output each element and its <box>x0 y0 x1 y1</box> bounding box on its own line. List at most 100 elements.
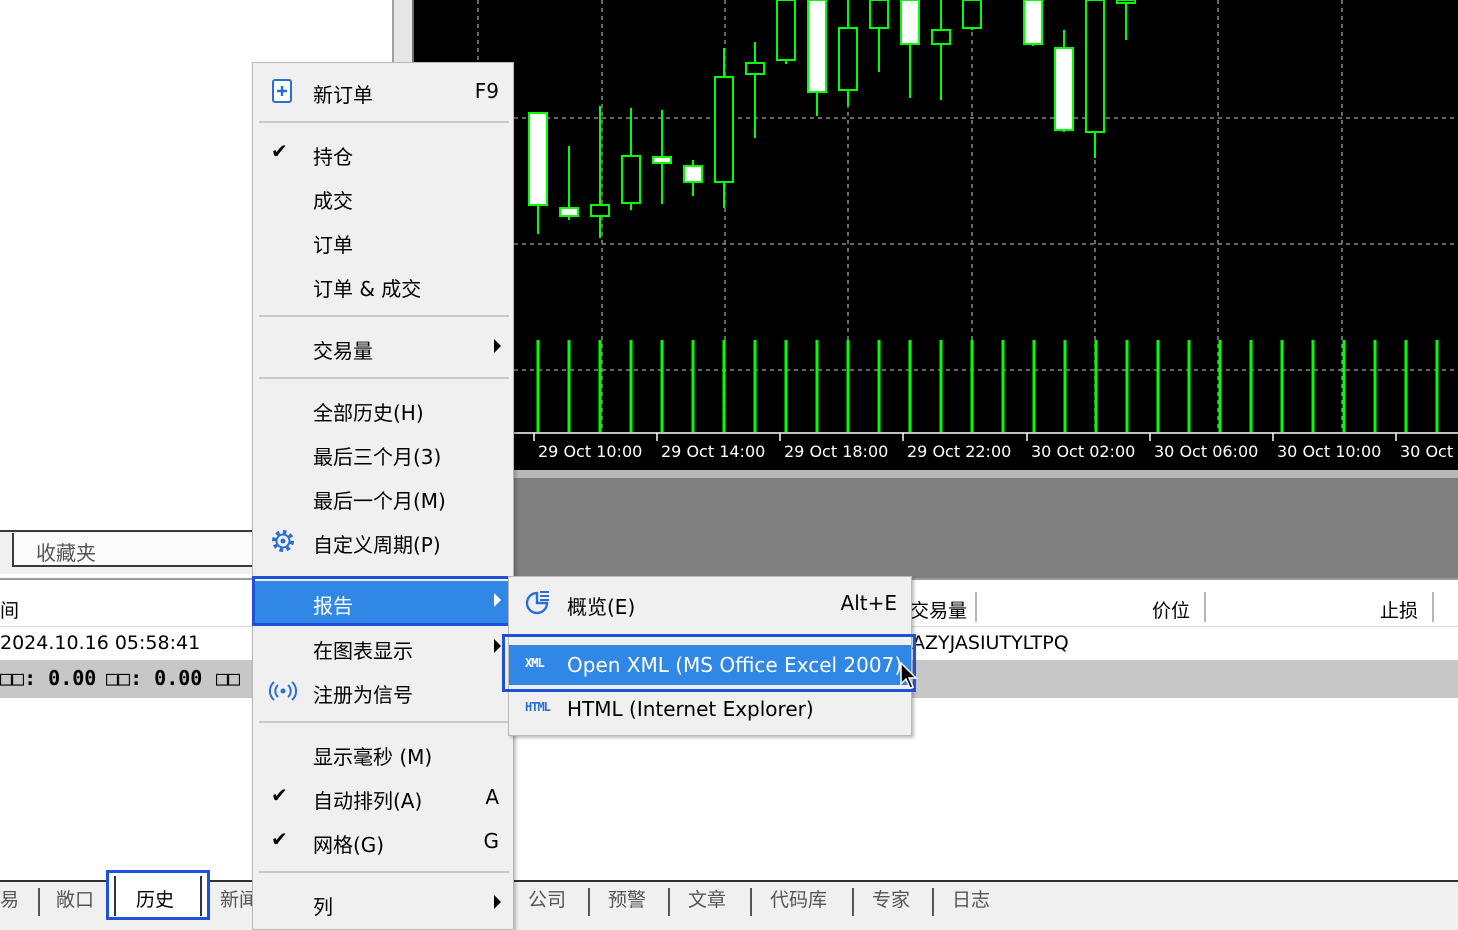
check-icon: ✔ <box>271 827 288 851</box>
menu-item-all-history[interactable]: 全部历史(H) <box>253 389 513 429</box>
submenu-item-overview[interactable]: 概览(E) Alt+E <box>509 583 911 623</box>
menu-item-positions[interactable]: ✔ 持仓 <box>253 133 513 173</box>
favorites-tab[interactable]: 收藏夹 <box>12 533 272 567</box>
tab-separator <box>38 888 40 916</box>
tab-company[interactable]: 公司 <box>528 885 566 912</box>
header-volume[interactable]: 交易量 <box>910 596 967 623</box>
tab-separator <box>668 888 670 916</box>
menu-item-last-3-months[interactable]: 最后三个月(3) <box>253 433 513 473</box>
tab-journal[interactable]: 日志 <box>952 885 990 912</box>
submenu-item-html[interactable]: HTML HTML (Internet Explorer) <box>509 689 911 729</box>
menu-label: 全部历史(H) <box>313 401 424 425</box>
candle-body <box>1054 47 1074 131</box>
time-axis-label: 30 Oct 02:00 <box>1031 442 1135 461</box>
menu-item-orders[interactable]: 订单 <box>253 221 513 261</box>
tab-code-base[interactable]: 代码库 <box>770 885 827 912</box>
menu-label: 新订单 <box>313 83 373 107</box>
menu-item-custom-period[interactable]: 自定义周期(P) <box>253 521 513 561</box>
chart-empty-area <box>414 470 1458 578</box>
menu-label: 在图表显示 <box>313 639 413 663</box>
tab-separator <box>852 888 854 916</box>
menu-label: 最后一个月(M) <box>313 489 446 513</box>
candle-body <box>590 204 610 217</box>
submenu-label: 概览(E) <box>567 595 636 619</box>
header-price[interactable]: 价位 <box>1152 596 1190 623</box>
menu-item-show-on-chart[interactable]: 在图表显示 <box>253 627 513 667</box>
candle-body <box>807 0 827 93</box>
menu-item-deals[interactable]: 成交 <box>253 177 513 217</box>
tab-alerts[interactable]: 预警 <box>608 885 646 912</box>
tab-separator <box>750 888 752 916</box>
tab-separator <box>588 888 590 916</box>
menu-label: 网格(G) <box>313 833 385 857</box>
menu-separator <box>259 871 509 873</box>
menu-item-orders-deals[interactable]: 订单 & 成交 <box>253 265 513 305</box>
menu-item-auto-arrange[interactable]: ✔ 自动排列(A) A <box>253 777 513 817</box>
check-icon: ✔ <box>271 783 288 807</box>
menu-item-register-signal[interactable]: 注册为信号 <box>253 671 513 711</box>
menu-label: 自动排列(A) <box>313 789 423 813</box>
summary-item: □□: 0.00 <box>106 666 203 690</box>
overview-report-icon <box>525 591 549 615</box>
submenu-arrow-icon <box>494 339 501 353</box>
candle-body <box>652 156 672 164</box>
menu-item-last-month[interactable]: 最后一个月(M) <box>253 477 513 517</box>
candle-body <box>559 207 579 217</box>
menu-shortcut: G <box>483 829 500 853</box>
candle-body <box>1085 0 1105 133</box>
header-separator[interactable] <box>1204 592 1206 622</box>
menu-label: 订单 <box>313 233 353 257</box>
row-comment[interactable]: AZYJASIUTYLTPQ <box>912 632 1069 654</box>
menu-label: 订单 & 成交 <box>313 277 422 301</box>
candle-body <box>714 76 734 183</box>
summary-item: □□ <box>216 666 241 690</box>
submenu-arrow-icon <box>494 895 501 909</box>
tab-separator <box>932 888 934 916</box>
menu-item-show-milliseconds[interactable]: 显示毫秒 (M) <box>253 733 513 773</box>
candle-body <box>1023 0 1043 45</box>
candle-body <box>621 155 641 204</box>
menu-label: 列 <box>313 895 333 919</box>
tab-experts[interactable]: 专家 <box>872 885 910 912</box>
row-time[interactable]: 2024.10.16 05:58:41 <box>0 632 200 654</box>
history-context-menu: 新订单 F9 ✔ 持仓 成交 订单 订单 & 成交 交易量 全部历史(H) 最后… <box>252 62 514 930</box>
terminal-tab-bar <box>0 880 1458 930</box>
submenu-label: HTML (Internet Explorer) <box>567 697 814 721</box>
price-chart[interactable]: 29 Oct 10:00 29 Oct 14:00 29 Oct 18:00 29 O… <box>414 0 1458 470</box>
tab-history-label[interactable]: 历史 <box>136 885 174 912</box>
time-axis-label: 30 Oct 10:00 <box>1277 442 1381 461</box>
tab-articles[interactable]: 文章 <box>688 885 726 912</box>
mouse-cursor-icon <box>900 662 918 689</box>
menu-item-columns[interactable]: 列 <box>253 883 513 923</box>
menu-label: 注册为信号 <box>313 683 413 707</box>
time-axis-label: 29 Oct 22:00 <box>907 442 1011 461</box>
candle-body <box>838 27 858 91</box>
time-axis-label: 29 Oct 14:00 <box>661 442 765 461</box>
menu-separator <box>259 315 509 317</box>
tab-trade[interactable]: 易 <box>0 885 19 912</box>
menu-label: 自定义周期(P) <box>313 533 441 557</box>
menu-item-new-order[interactable]: 新订单 F9 <box>253 71 513 111</box>
time-axis-label: 29 Oct 10:00 <box>538 442 642 461</box>
summary-item: □□: 0.00 <box>0 666 97 690</box>
candle-body <box>1116 0 1136 4</box>
header-separator[interactable] <box>975 592 977 622</box>
menu-item-grid[interactable]: ✔ 网格(G) G <box>253 821 513 861</box>
menu-item-volume[interactable]: 交易量 <box>253 327 513 367</box>
menu-separator <box>259 721 509 723</box>
tab-exposure[interactable]: 敞口 <box>56 885 94 912</box>
candle-body <box>931 29 951 45</box>
header-time-fragment[interactable]: 间 <box>0 596 19 623</box>
time-axis-label: 30 Oct 06:00 <box>1154 442 1258 461</box>
header-stop-loss[interactable]: 止损 <box>1380 596 1418 623</box>
submenu-shortcut: Alt+E <box>840 591 897 615</box>
menu-label: 成交 <box>313 189 353 213</box>
check-icon: ✔ <box>271 139 288 163</box>
menu-label: 最后三个月(3) <box>313 445 442 469</box>
signal-broadcast-icon <box>269 681 297 701</box>
html-file-icon: HTML <box>525 700 551 714</box>
menu-separator <box>259 377 509 379</box>
header-separator[interactable] <box>1432 592 1434 622</box>
menu-label: 交易量 <box>313 339 373 363</box>
gear-icon <box>272 530 294 552</box>
